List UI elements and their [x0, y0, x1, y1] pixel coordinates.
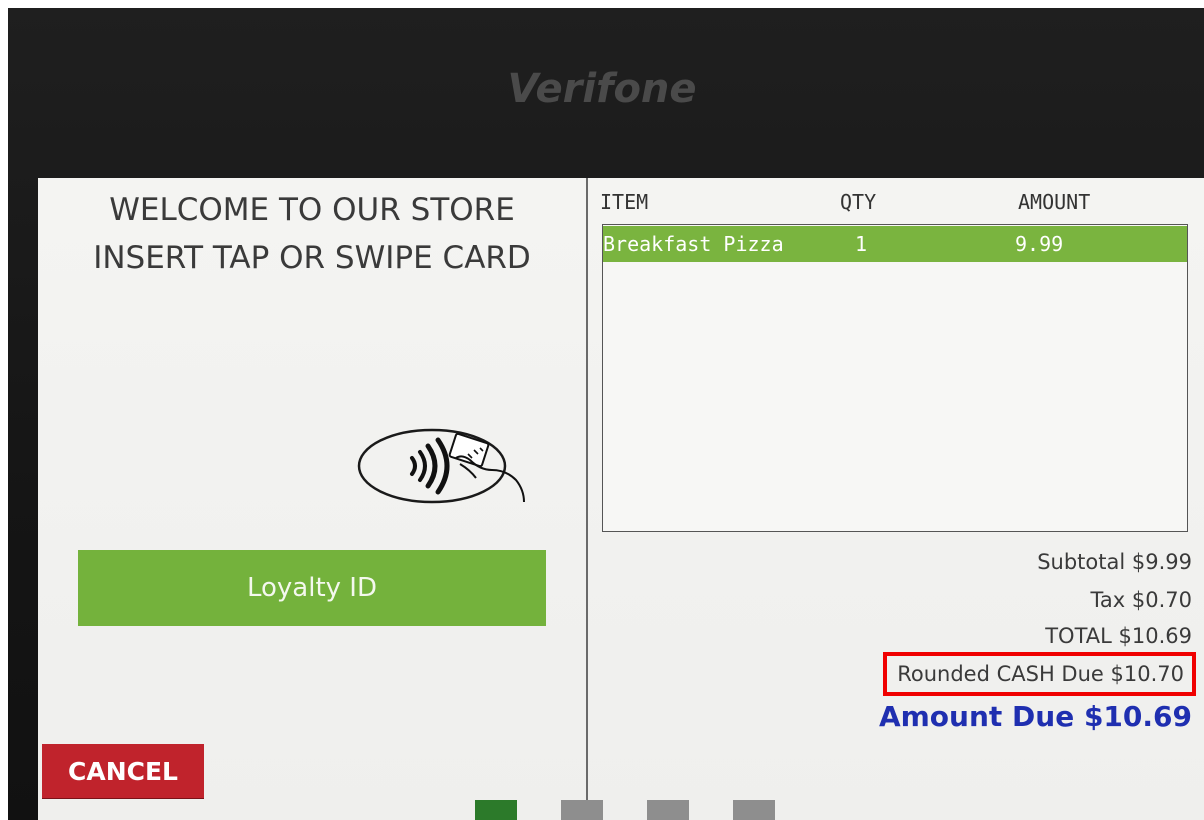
column-header-amount: AMOUNT: [1018, 190, 1091, 214]
contactless-tap-icon: [357, 428, 525, 504]
item-list[interactable]: Breakfast Pizza 1 9.99: [602, 224, 1188, 532]
subtotal-text: Subtotal $9.99: [1037, 550, 1192, 574]
row-item-name: Breakfast Pizza: [603, 232, 784, 256]
row-item-qty: 1: [855, 232, 868, 256]
row-item-amount: 9.99: [1015, 232, 1064, 256]
cancel-button[interactable]: CANCEL: [42, 744, 204, 798]
status-indicator: [561, 800, 603, 820]
table-header: ITEM QTY AMOUNT: [588, 190, 1204, 220]
status-indicator-active: [475, 800, 517, 820]
status-indicator: [647, 800, 689, 820]
status-indicator: [733, 800, 775, 820]
amount-due-text: Amount Due $10.69: [878, 700, 1192, 733]
left-pane: WELCOME TO OUR STORE INSERT TAP OR SWIPE…: [38, 178, 586, 820]
welcome-title: WELCOME TO OUR STORE: [109, 192, 515, 228]
tax-text: Tax $0.70: [1090, 588, 1192, 612]
status-indicators: [475, 800, 795, 820]
rounded-cash-due-text: Rounded CASH Due $10.70: [883, 652, 1196, 696]
brand-logo: Verifone: [507, 66, 697, 112]
loyalty-id-button[interactable]: Loyalty ID: [78, 550, 546, 626]
payment-instruction: INSERT TAP OR SWIPE CARD: [93, 240, 531, 276]
column-header-qty: QTY: [840, 190, 877, 214]
transaction-pane: ITEM QTY AMOUNT Breakfast Pizza 1 9.99 S…: [588, 178, 1204, 820]
total-text: TOTAL $10.69: [1045, 624, 1192, 648]
table-row[interactable]: Breakfast Pizza 1 9.99: [603, 226, 1187, 262]
terminal-screen: WELCOME TO OUR STORE INSERT TAP OR SWIPE…: [38, 178, 1204, 820]
column-header-item: ITEM: [600, 190, 649, 214]
